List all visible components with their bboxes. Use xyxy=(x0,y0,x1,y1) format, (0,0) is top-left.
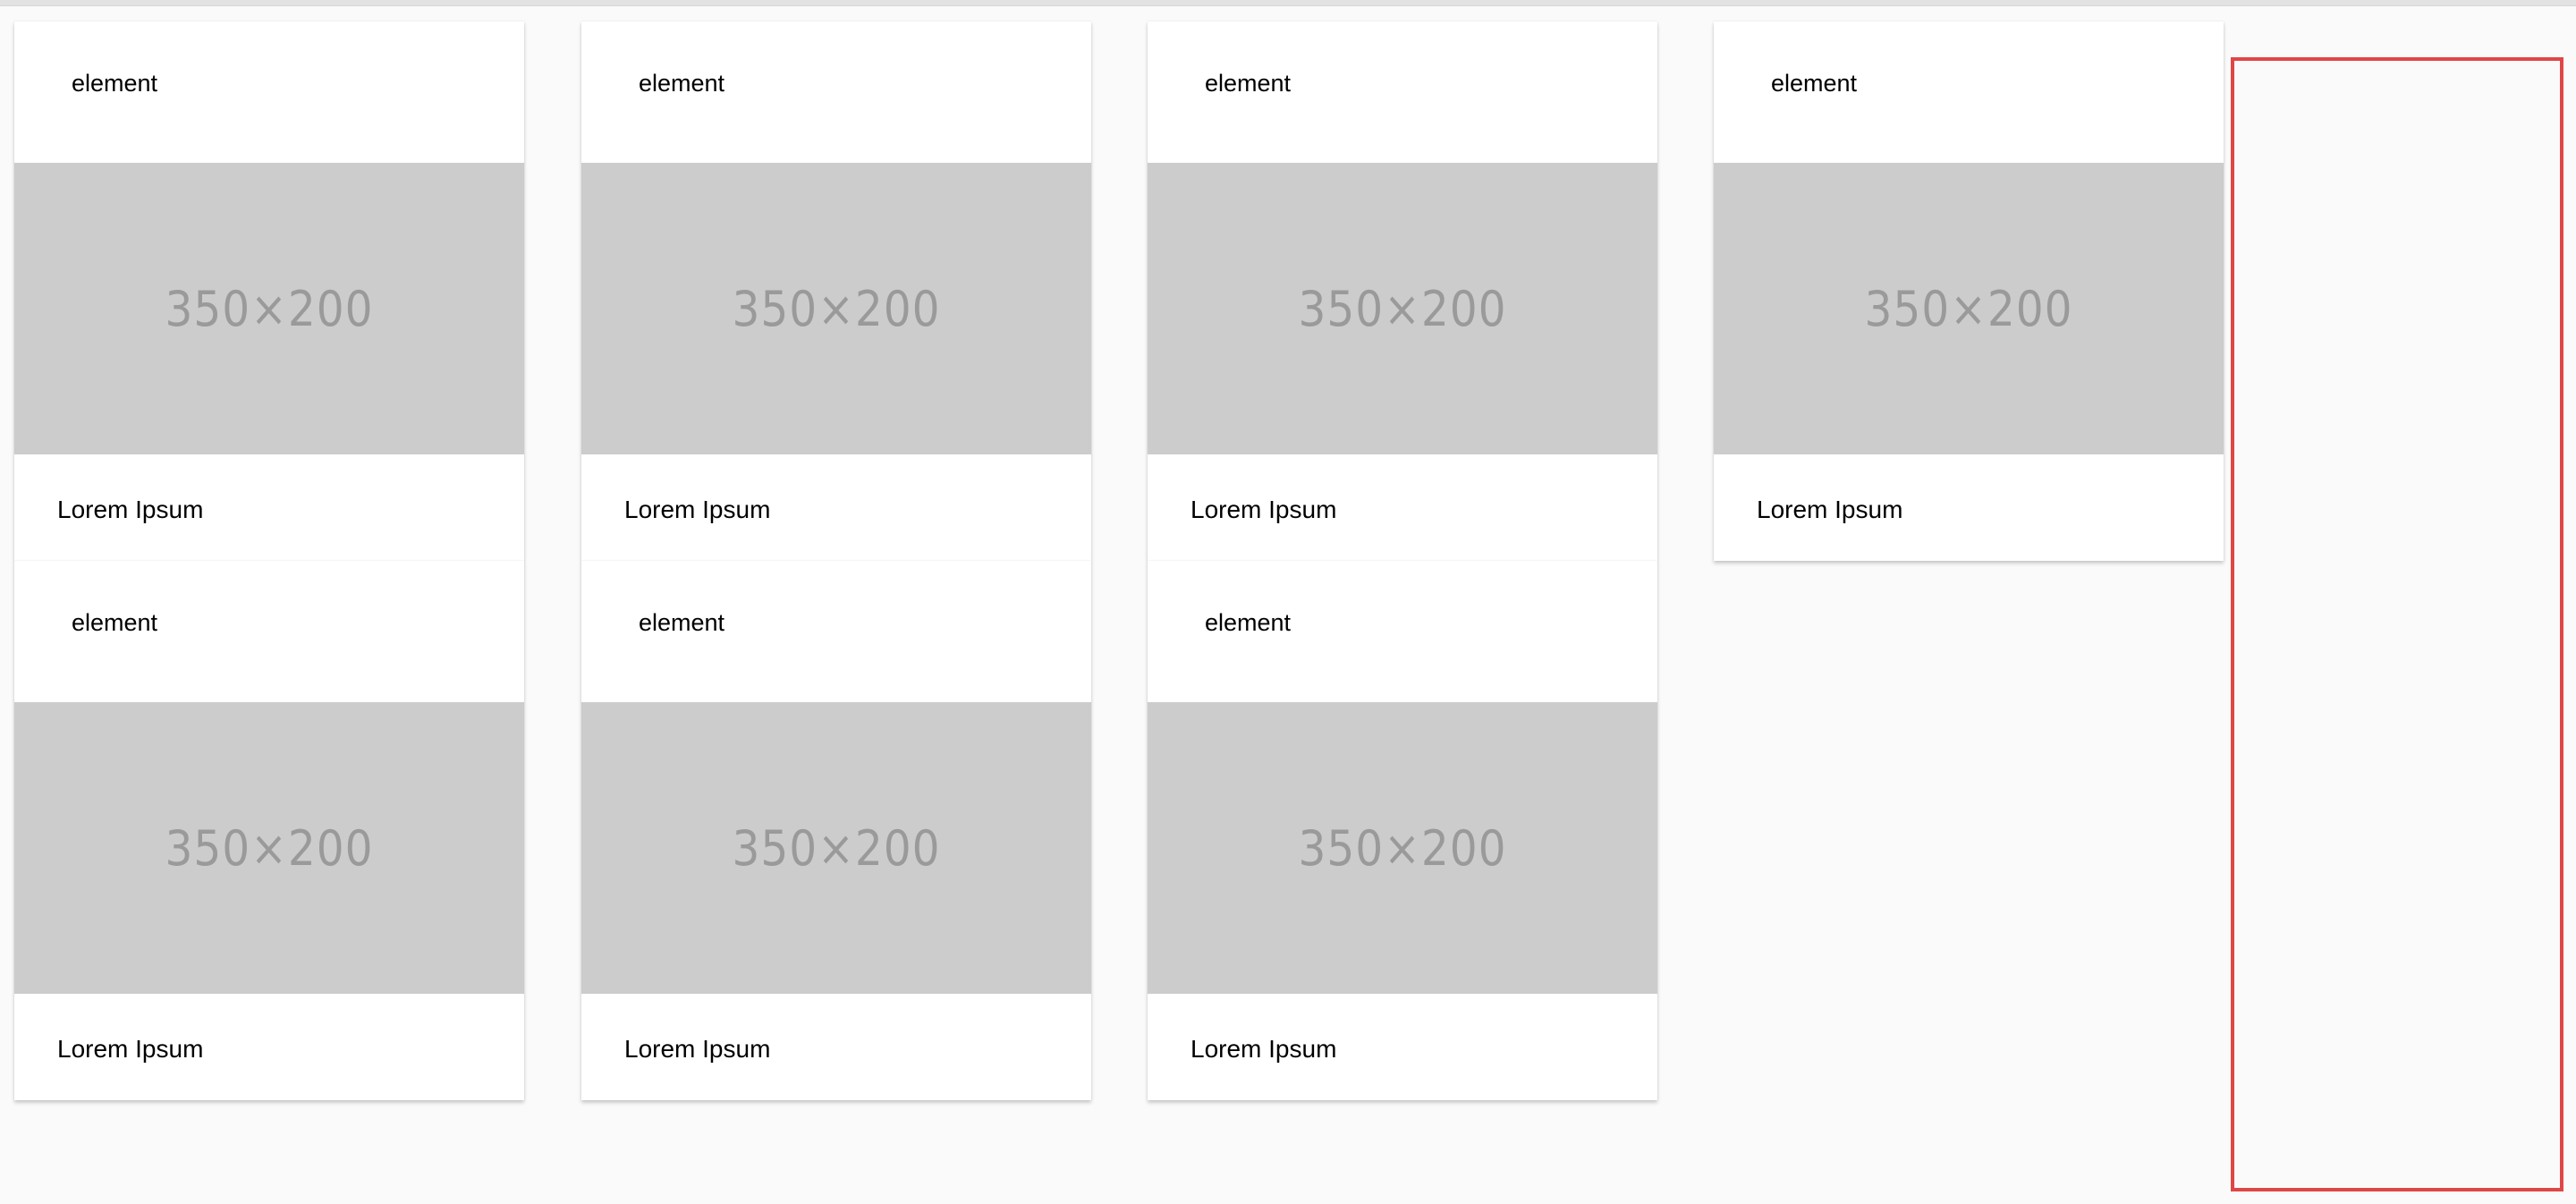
placeholder-image: 350×200 xyxy=(14,702,524,994)
card-header: element xyxy=(581,21,1091,163)
empty-drop-zone xyxy=(2231,57,2563,1191)
card-footer: Lorem Ipsum xyxy=(1148,994,1657,1100)
placeholder-image: 350×200 xyxy=(1148,702,1657,994)
card-footer-label: Lorem Ipsum xyxy=(57,1035,204,1063)
card-footer: Lorem Ipsum xyxy=(581,994,1091,1100)
placeholder-image-label: 350×200 xyxy=(1864,280,2073,337)
placeholder-image-label: 350×200 xyxy=(1298,819,1507,877)
card-footer-label: Lorem Ipsum xyxy=(1757,496,1903,523)
card-header-label: element xyxy=(1205,70,1292,97)
card-header: element xyxy=(1714,21,2224,163)
card[interactable]: element 350×200 Lorem Ipsum xyxy=(1148,561,1657,1100)
card[interactable]: element 350×200 Lorem Ipsum xyxy=(1148,21,1657,561)
card[interactable]: element 350×200 Lorem Ipsum xyxy=(1714,21,2224,561)
card[interactable]: element 350×200 Lorem Ipsum xyxy=(14,21,524,561)
card-header-label: element xyxy=(1771,70,1858,97)
card-footer: Lorem Ipsum xyxy=(14,454,524,561)
placeholder-image: 350×200 xyxy=(14,163,524,454)
card-grid: element 350×200 Lorem Ipsum element 350×… xyxy=(0,0,2576,1204)
card-footer-label: Lorem Ipsum xyxy=(624,1035,771,1063)
card-header-label: element xyxy=(639,609,725,636)
card-footer: Lorem Ipsum xyxy=(1148,454,1657,561)
card-footer: Lorem Ipsum xyxy=(1714,454,2224,561)
card-footer-label: Lorem Ipsum xyxy=(624,496,771,523)
card[interactable]: element 350×200 Lorem Ipsum xyxy=(581,21,1091,561)
card-header: element xyxy=(581,561,1091,702)
card-header-label: element xyxy=(72,609,158,636)
card-footer-label: Lorem Ipsum xyxy=(57,496,204,523)
placeholder-image-label: 350×200 xyxy=(732,819,941,877)
placeholder-image: 350×200 xyxy=(1714,163,2224,454)
card-header: element xyxy=(1148,561,1657,702)
placeholder-image: 350×200 xyxy=(581,163,1091,454)
card-footer-label: Lorem Ipsum xyxy=(1191,1035,1337,1063)
card-footer: Lorem Ipsum xyxy=(581,454,1091,561)
placeholder-image-label: 350×200 xyxy=(732,280,941,337)
card-header-label: element xyxy=(1205,609,1292,636)
placeholder-image: 350×200 xyxy=(581,702,1091,994)
card-footer: Lorem Ipsum xyxy=(14,994,524,1100)
placeholder-image: 350×200 xyxy=(1148,163,1657,454)
placeholder-image-label: 350×200 xyxy=(165,819,374,877)
card-header: element xyxy=(14,21,524,163)
card-footer-label: Lorem Ipsum xyxy=(1191,496,1337,523)
card[interactable]: element 350×200 Lorem Ipsum xyxy=(14,561,524,1100)
card-header: element xyxy=(14,561,524,702)
card-header: element xyxy=(1148,21,1657,163)
placeholder-image-label: 350×200 xyxy=(1298,280,1507,337)
card[interactable]: element 350×200 Lorem Ipsum xyxy=(581,561,1091,1100)
placeholder-image-label: 350×200 xyxy=(165,280,374,337)
card-header-label: element xyxy=(72,70,158,97)
card-header-label: element xyxy=(639,70,725,97)
